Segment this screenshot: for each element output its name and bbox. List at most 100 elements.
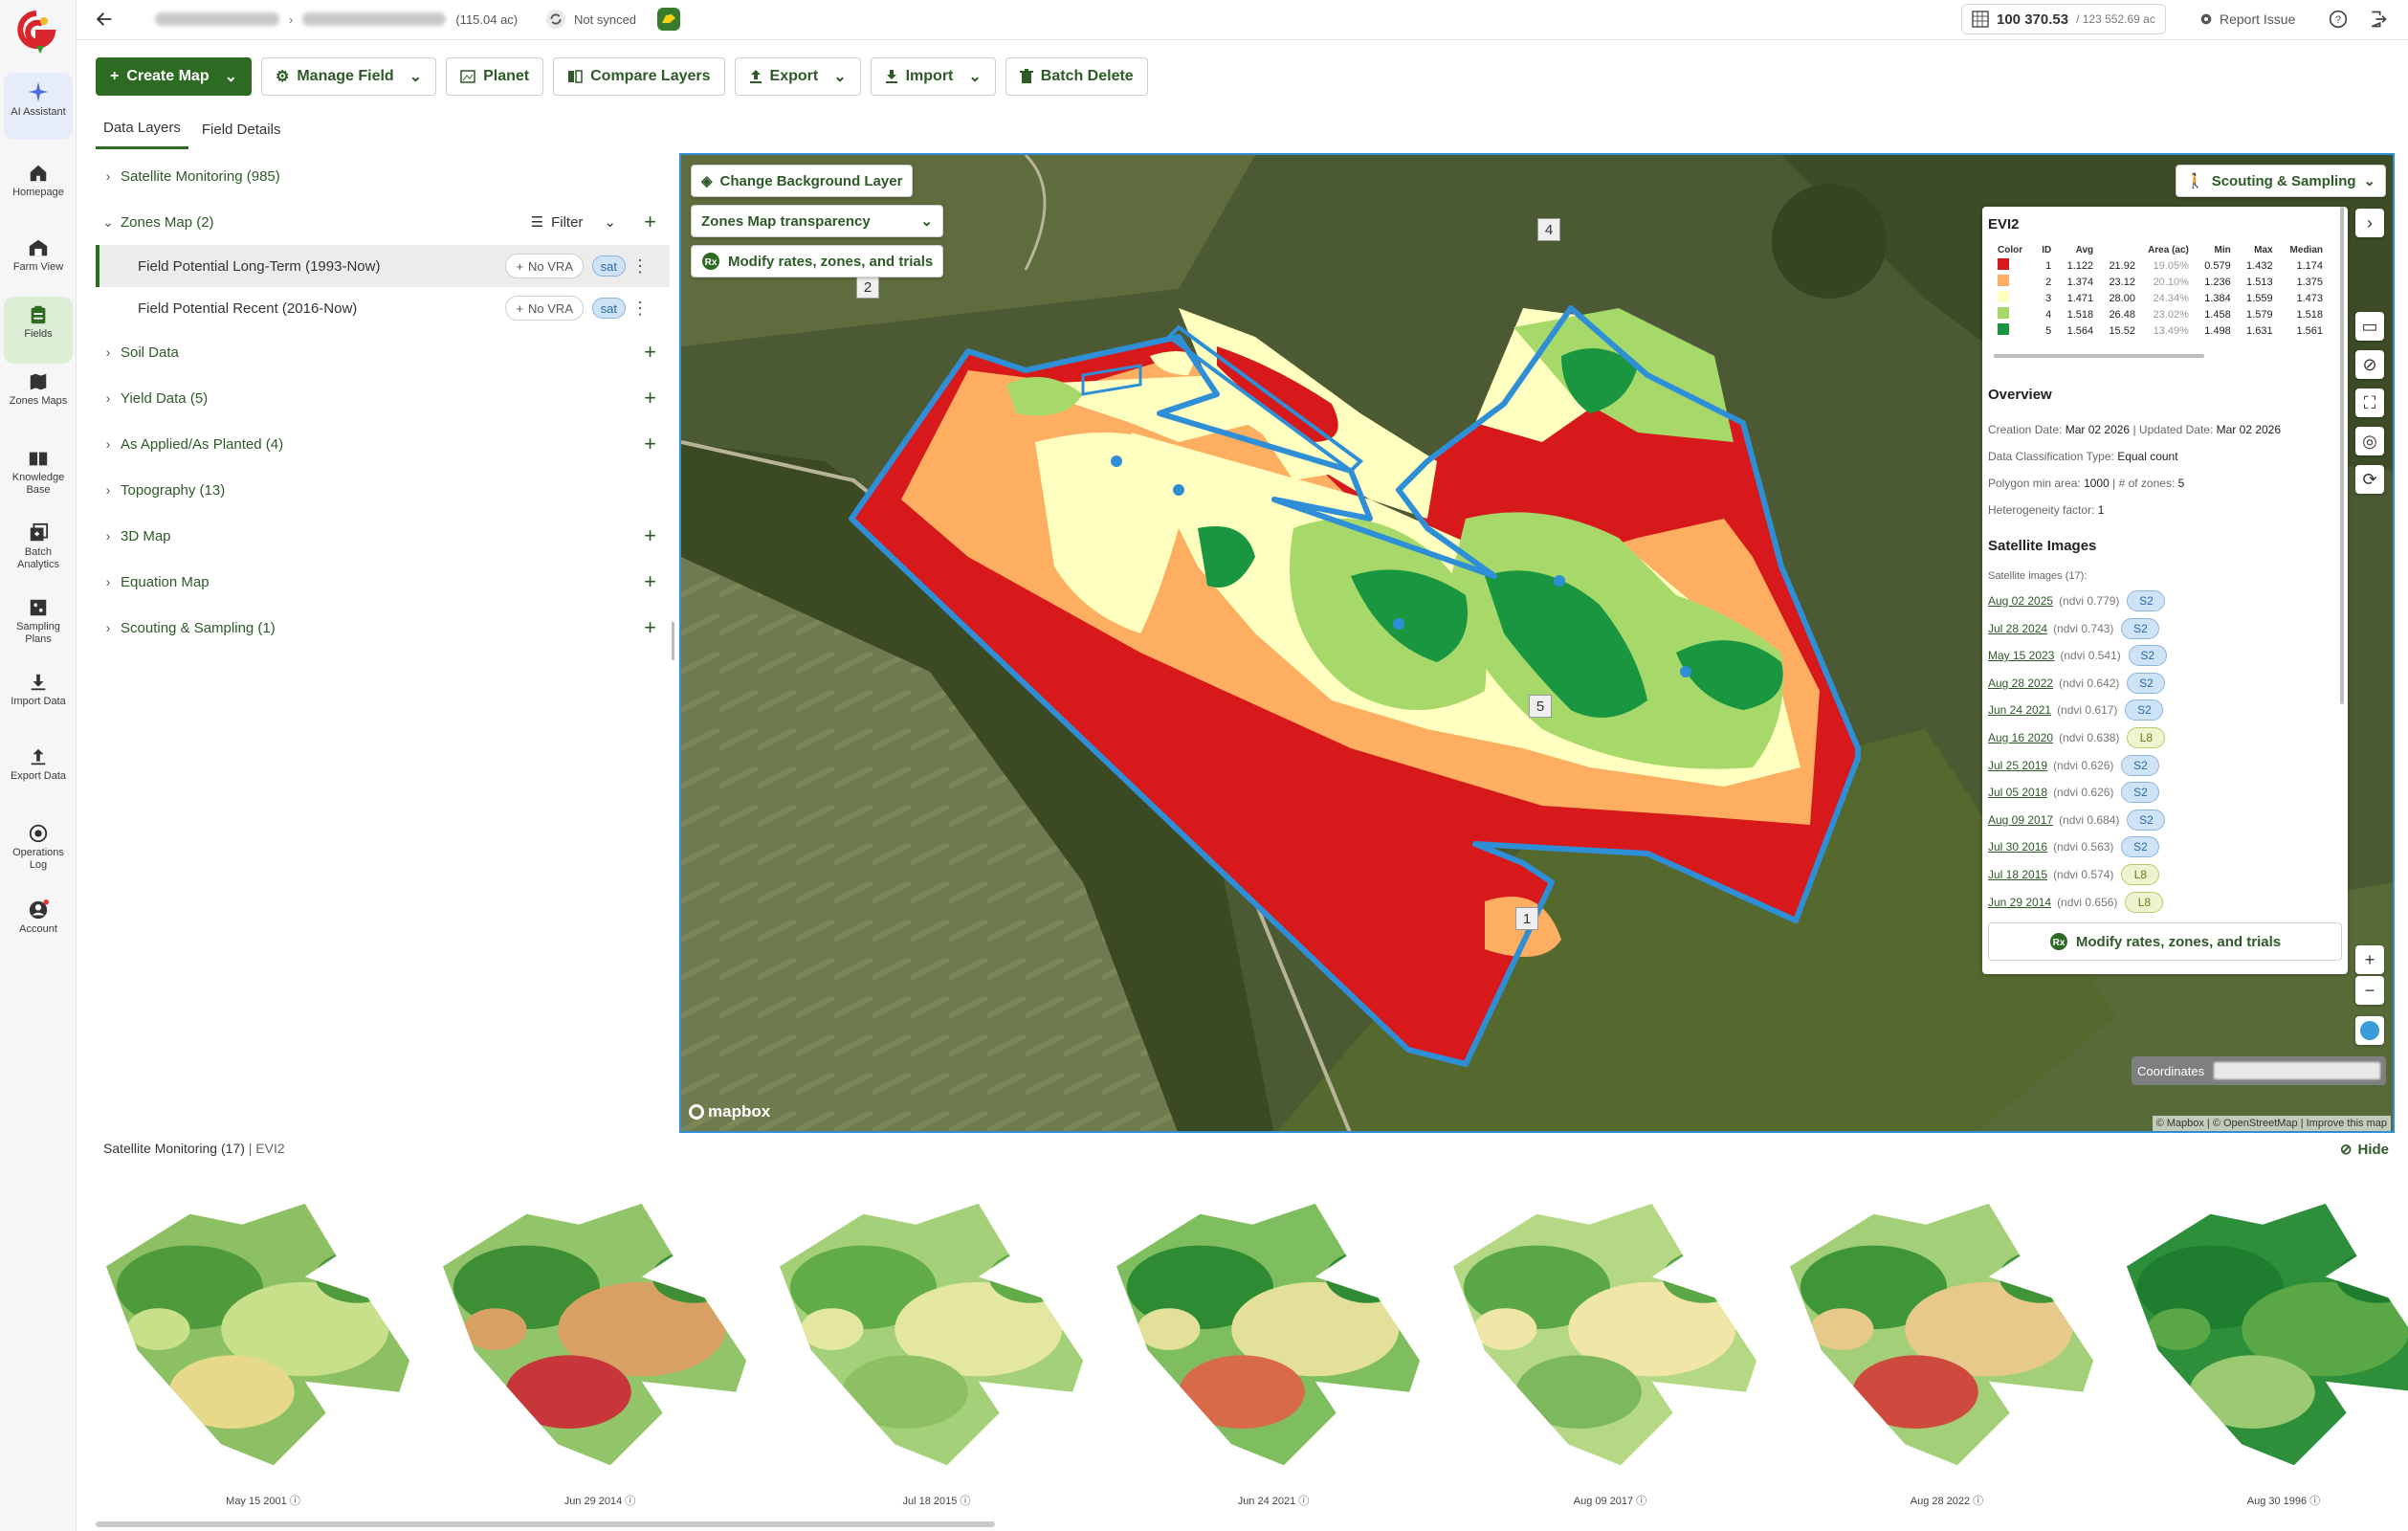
list-item[interactable]: Jul 25 2019 (ndvi 0.626) S2 <box>1988 754 2160 777</box>
layer-group-soil[interactable]: › Soil Data + <box>96 329 670 375</box>
collapse-panel-button[interactable]: › <box>2355 209 2384 237</box>
info-icon[interactable]: ⓘ <box>1295 1496 1309 1507</box>
3d-view-button[interactable]: ⟳ <box>2355 465 2384 494</box>
add-soil-button[interactable]: + <box>644 340 656 365</box>
list-item[interactable]: Jul 18 2015 (ndvi 0.574) L8 <box>1988 863 2160 886</box>
more-options-icon[interactable]: ⋮ <box>631 256 649 277</box>
list-item[interactable]: Jul 05 2018 (ndvi 0.626) S2 <box>1988 781 2160 804</box>
layer-group-applied[interactable]: › As Applied/As Planted (4) + <box>96 421 670 467</box>
satellite-thumbnail[interactable] <box>1779 1187 2114 1493</box>
image-date[interactable]: Jun 29 2014 <box>1988 896 2051 909</box>
list-item[interactable]: Jun 29 2014 (ndvi 0.656) L8 <box>1988 891 2164 914</box>
add-equation-button[interactable]: + <box>644 569 656 594</box>
satellite-thumbnail[interactable] <box>1443 1187 1778 1493</box>
breadcrumb-farm-redacted[interactable] <box>155 12 279 26</box>
batch-delete-button[interactable]: Batch Delete <box>1005 57 1148 96</box>
layer-group-yield[interactable]: › Yield Data (5) + <box>96 375 670 421</box>
map-attribution[interactable]: © Mapbox | © OpenStreetMap | Improve thi… <box>2152 1116 2391 1131</box>
mapbox-logo[interactable]: mapbox <box>689 1102 770 1121</box>
hide-layer-button[interactable]: ⊘ <box>2355 350 2384 379</box>
list-item[interactable]: Aug 28 2022 (ndvi 0.642) S2 <box>1988 672 2166 695</box>
image-date[interactable]: Jul 18 2015 <box>1988 868 2047 881</box>
info-icon[interactable]: ⓘ <box>2307 1496 2320 1507</box>
coordinates-box[interactable]: Coordinates <box>2132 1056 2386 1085</box>
add-3d-map-button[interactable]: + <box>644 523 656 548</box>
rail-item-import-data[interactable]: Import Data <box>4 664 73 731</box>
fit-bounds-button[interactable]: ⛶ <box>2355 388 2384 417</box>
rail-item-ai-assistant[interactable]: AI Assistant <box>4 73 73 140</box>
layer-group-zones[interactable]: ⌄ Zones Map (2) ☰ Filter ⌄ + <box>96 199 670 245</box>
ruler-button[interactable]: ▭ <box>2355 312 2384 341</box>
sync-status[interactable]: Not synced <box>545 0 636 38</box>
zone-map-item-long-term[interactable]: Field Potential Long-Term (1993-Now) + No… <box>96 245 670 287</box>
layer-group-satellite[interactable]: › Satellite Monitoring (985) <box>96 153 670 199</box>
satellite-thumbnail[interactable] <box>2116 1187 2408 1493</box>
hide-strip-button[interactable]: ⊘ Hide <box>2340 1141 2389 1159</box>
import-button[interactable]: Import ⌄ <box>870 57 996 96</box>
filter-button[interactable]: ☰ Filter ⌄ <box>531 213 616 232</box>
area-usage-chip[interactable]: 100 370.53 / 123 552.69 ac <box>1961 4 2166 34</box>
rail-item-zones-maps[interactable]: Zones Maps <box>4 364 73 431</box>
rail-item-sampling-plans[interactable]: Sampling Plans <box>4 589 73 656</box>
change-background-button[interactable]: ◈ Change Background Layer <box>691 165 914 197</box>
image-date[interactable]: Jun 24 2021 <box>1988 703 2051 717</box>
logout-button[interactable] <box>2369 0 2388 38</box>
report-issue-button[interactable]: Report Issue <box>2198 0 2295 38</box>
list-item[interactable]: Jul 28 2024 (ndvi 0.743) S2 <box>1988 617 2160 640</box>
info-icon[interactable]: ⓘ <box>957 1496 970 1507</box>
image-date[interactable]: May 15 2023 <box>1988 649 2054 662</box>
image-date[interactable]: Aug 09 2017 <box>1988 813 2053 827</box>
export-button[interactable]: Export ⌄ <box>734 57 861 96</box>
tab-data-layers[interactable]: Data Layers <box>96 109 188 149</box>
rail-item-batch-analytics[interactable]: Batch Analytics <box>4 515 73 582</box>
add-zones-map-button[interactable]: + <box>644 210 656 234</box>
compare-layers-button[interactable]: Compare Layers <box>553 57 725 96</box>
image-date[interactable]: Aug 02 2025 <box>1988 594 2053 608</box>
add-applied-button[interactable]: + <box>644 432 656 456</box>
zoom-in-button[interactable]: + <box>2355 945 2384 974</box>
app-logo[interactable] <box>15 10 57 54</box>
modify-rates-button[interactable]: Rx Modify rates, zones, and trials <box>691 245 944 277</box>
satellite-thumbnail[interactable] <box>96 1187 431 1493</box>
info-icon[interactable]: ⓘ <box>1633 1496 1646 1507</box>
rail-item-fields[interactable]: Fields <box>4 297 73 364</box>
planet-button[interactable]: Planet <box>446 57 544 96</box>
list-item[interactable]: Aug 02 2025 (ndvi 0.779) S2 <box>1988 589 2166 612</box>
layer-group-scouting[interactable]: › Scouting & Sampling (1) + <box>96 605 670 651</box>
locate-button[interactable]: ◎ <box>2355 427 2384 455</box>
john-deere-button[interactable] <box>656 0 681 38</box>
info-icon[interactable]: ⓘ <box>622 1496 635 1507</box>
transparency-dropdown[interactable]: Zones Map transparency ⌄ <box>691 205 943 237</box>
breadcrumb-field-redacted[interactable] <box>302 12 447 26</box>
satellite-thumbnail[interactable] <box>769 1187 1104 1493</box>
add-yield-button[interactable]: + <box>644 386 656 410</box>
rail-item-homepage[interactable]: Homepage <box>4 155 73 222</box>
image-date[interactable]: Jul 28 2024 <box>1988 622 2047 635</box>
image-date[interactable]: Jul 30 2016 <box>1988 840 2047 854</box>
rail-item-farm-view[interactable]: Farm View <box>4 230 73 297</box>
info-scrollbar[interactable] <box>2340 207 2344 704</box>
rail-item-export-data[interactable]: Export Data <box>4 739 73 806</box>
compass-button[interactable] <box>2355 1016 2384 1045</box>
image-date[interactable]: Aug 16 2020 <box>1988 731 2053 744</box>
table-scrollbar[interactable] <box>1994 354 2204 358</box>
back-button[interactable] <box>94 0 115 38</box>
no-vra-button[interactable]: + No VRA <box>505 296 584 321</box>
layer-group-topography[interactable]: › Topography (13) <box>96 467 670 513</box>
scouting-sampling-button[interactable]: 🚶 Scouting & Sampling ⌄ <box>2176 165 2387 197</box>
image-date[interactable]: Aug 28 2022 <box>1988 677 2053 690</box>
satellite-thumbnail[interactable] <box>432 1187 767 1493</box>
layer-group-3d-map[interactable]: › 3D Map + <box>96 513 670 559</box>
list-item[interactable]: Jun 24 2021 (ndvi 0.617) S2 <box>1988 699 2164 721</box>
layer-group-equation[interactable]: › Equation Map + <box>96 559 670 605</box>
help-button[interactable]: ? <box>2329 0 2348 38</box>
tab-field-details[interactable]: Field Details <box>194 109 289 149</box>
list-item[interactable]: May 15 2023 (ndvi 0.541) S2 <box>1988 644 2167 667</box>
rail-item-knowledge-base[interactable]: Knowledge Base <box>4 440 73 507</box>
rail-item-operations-log[interactable]: Operations Log <box>4 815 73 882</box>
info-modify-rates-button[interactable]: Rx Modify rates, zones, and trials <box>1988 922 2342 961</box>
info-icon[interactable]: ⓘ <box>1970 1496 1983 1507</box>
satellite-thumbnail[interactable] <box>1106 1187 1441 1493</box>
image-date[interactable]: Jul 05 2018 <box>1988 786 2047 799</box>
map-view[interactable]: 2 4 5 1 ◈ Change Background Layer Zones … <box>679 153 2395 1133</box>
